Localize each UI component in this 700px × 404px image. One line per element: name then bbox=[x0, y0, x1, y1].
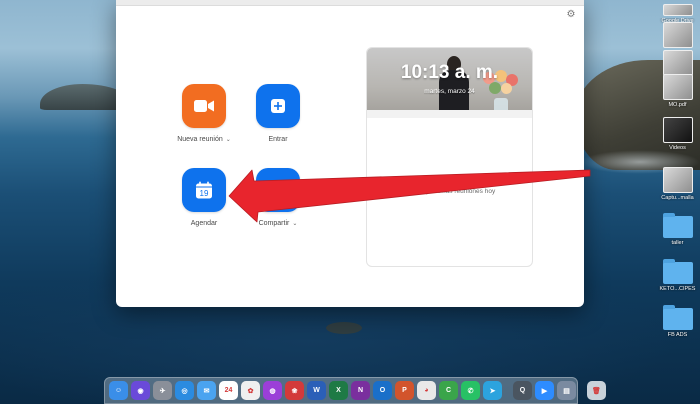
video-thumbnail-icon bbox=[662, 117, 693, 143]
file-thumbnail-icon bbox=[662, 22, 693, 48]
desktop-icon-fb-ads[interactable]: FB ADS bbox=[655, 305, 700, 338]
desktop-icon-taller[interactable]: taller bbox=[655, 213, 700, 246]
upcoming-meetings-panel: 10:13 a. m. martes, marzo 24 No hay próx… bbox=[366, 47, 533, 267]
folder-icon bbox=[662, 259, 693, 284]
chrome-icon[interactable]: ◕ bbox=[417, 381, 436, 400]
desktop-icon-file-2[interactable] bbox=[655, 50, 700, 76]
desktop-icon-captura[interactable]: Captu...malla bbox=[655, 167, 700, 201]
excel-icon[interactable]: X bbox=[329, 381, 348, 400]
desktop-icon-videos[interactable]: Videos bbox=[655, 117, 700, 151]
quicktime-icon[interactable]: Q bbox=[513, 381, 532, 400]
desktop-icon-file-1[interactable] bbox=[655, 22, 700, 48]
word-icon[interactable]: W bbox=[307, 381, 326, 400]
schedule-button[interactable]: 19 bbox=[182, 168, 226, 212]
schedule-label: Agendar bbox=[190, 220, 218, 227]
new-meeting-action: Nueva reunión ⌄ bbox=[164, 84, 244, 143]
gear-icon[interactable]: ⚙ bbox=[566, 10, 576, 20]
join-button[interactable] bbox=[256, 84, 300, 128]
join-action: Entrar bbox=[238, 84, 318, 143]
whatsapp-icon[interactable]: ✆ bbox=[461, 381, 480, 400]
photo-booth-icon[interactable]: ❀ bbox=[285, 381, 304, 400]
window-title-bar bbox=[116, 0, 584, 6]
new-meeting-label: Nueva reunión bbox=[177, 136, 223, 143]
current-time: 10:13 a. m. bbox=[400, 62, 499, 83]
onenote-icon[interactable]: N bbox=[351, 381, 370, 400]
folder-icon bbox=[662, 213, 693, 238]
trash-icon[interactable]: 🗑 bbox=[587, 381, 606, 400]
share-screen-icon bbox=[270, 184, 286, 196]
desktop-icon-mo-pdf[interactable]: MO.pdf bbox=[655, 74, 700, 108]
video-camera-icon bbox=[194, 100, 214, 112]
siri-icon[interactable]: ◉ bbox=[131, 381, 150, 400]
current-date: martes, marzo 24 bbox=[424, 88, 475, 95]
new-meeting-button[interactable] bbox=[182, 84, 226, 128]
safari-icon[interactable]: ◎ bbox=[175, 381, 194, 400]
schedule-action: 19 Agendar bbox=[164, 168, 244, 227]
share-screen-button[interactable] bbox=[256, 168, 300, 212]
chevron-down-icon[interactable]: ⌄ bbox=[226, 137, 231, 143]
zoom-home-window: ⚙ Nueva reunión ⌄ Entrar 19 Agendar Comp… bbox=[116, 0, 584, 307]
camtasia-icon[interactable]: C bbox=[439, 381, 458, 400]
plus-icon bbox=[271, 99, 285, 113]
preview-icon[interactable]: ▤ bbox=[557, 381, 576, 400]
podcasts-icon[interactable]: ◍ bbox=[263, 381, 282, 400]
desktop-icon-google-drive[interactable]: Google Drive bbox=[655, 4, 700, 24]
screenshot-thumbnail-icon bbox=[662, 167, 693, 193]
mail-icon[interactable]: ✉ bbox=[197, 381, 216, 400]
calendar-day: 19 bbox=[200, 189, 209, 198]
chevron-down-icon[interactable]: ⌄ bbox=[292, 221, 297, 227]
finder-icon[interactable]: ☺ bbox=[109, 381, 128, 400]
share-label: Compartir bbox=[258, 220, 290, 227]
folder-icon bbox=[662, 305, 693, 330]
rock-mid bbox=[326, 322, 362, 334]
panel-header-photo: 10:13 a. m. martes, marzo 24 bbox=[367, 48, 532, 118]
launchpad-icon[interactable]: ✈ bbox=[153, 381, 172, 400]
file-thumbnail-icon bbox=[662, 50, 693, 76]
powerpoint-icon[interactable]: P bbox=[395, 381, 414, 400]
zoom-icon[interactable]: ▶ bbox=[535, 381, 554, 400]
telegram-icon[interactable]: ➤ bbox=[483, 381, 502, 400]
desktop-icon-keto-recipes[interactable]: KETO...CIPES bbox=[655, 259, 700, 292]
file-thumbnail-icon bbox=[662, 4, 693, 16]
dock: ☺ ◉ ✈ ◎ ✉ 24 ✿ ◍ ❀ W X N O P ◕ C ✆ ➤ Q ▶ ▤ 🗑 bbox=[104, 377, 606, 404]
calendar-icon[interactable]: 24 bbox=[219, 381, 238, 400]
calendar-icon: 19 bbox=[196, 181, 212, 199]
no-meetings-message: No hay próximas reuniones hoy bbox=[403, 188, 496, 195]
photos-icon[interactable]: ✿ bbox=[241, 381, 260, 400]
share-action: Compartir ⌄ bbox=[238, 168, 318, 227]
outlook-icon[interactable]: O bbox=[373, 381, 392, 400]
pdf-thumbnail-icon bbox=[662, 74, 693, 100]
join-label: Entrar bbox=[268, 136, 288, 143]
